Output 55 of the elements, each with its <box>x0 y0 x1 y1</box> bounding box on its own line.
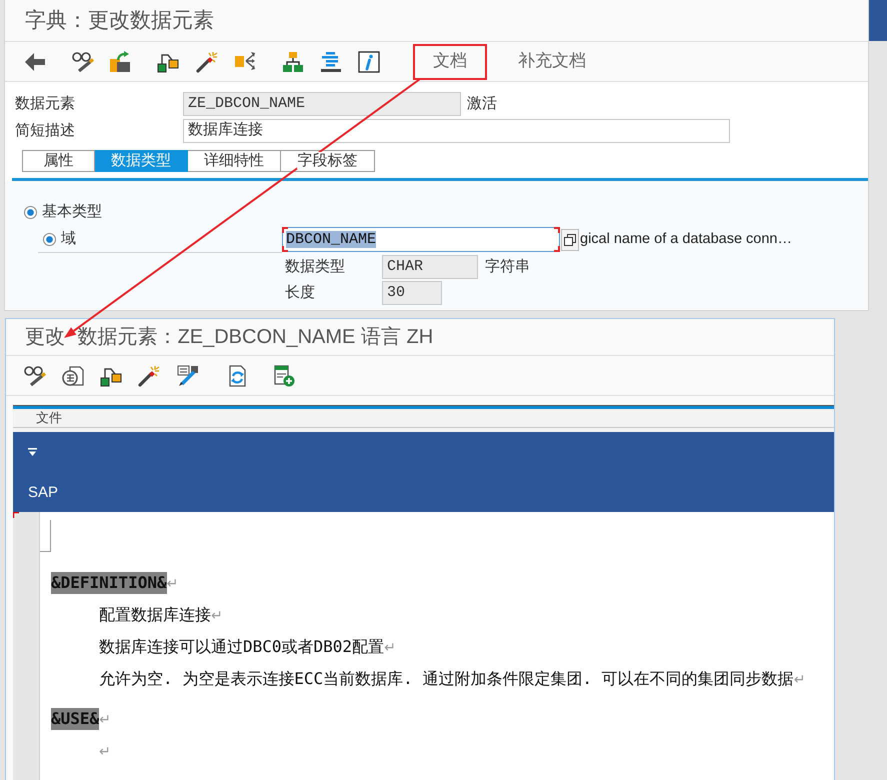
radio-button[interactable] <box>24 206 37 218</box>
paragraph-text: 配置数据库连接 <box>99 604 211 626</box>
squares-arrow-icon[interactable] <box>109 50 131 72</box>
menu-item[interactable]: 文件 <box>36 410 62 426</box>
text-field[interactable]: ZE_DBCON_NAME <box>183 92 461 116</box>
info-icon[interactable] <box>358 50 380 72</box>
tab[interactable]: 字段标签 <box>281 150 375 172</box>
field-label: 数据元素 <box>14 94 76 114</box>
squares-icon <box>564 234 576 246</box>
document-plus-icon[interactable] <box>273 364 295 386</box>
dropdown-icon[interactable] <box>28 448 37 456</box>
paragraph-mark: ↵ <box>166 574 178 592</box>
paragraph-mark: ↵ <box>211 606 223 624</box>
text-field[interactable]: 数据库连接 <box>183 119 730 143</box>
page-corner-mark <box>40 520 51 552</box>
domain-input-field[interactable]: DBCON_NAME <box>282 227 560 252</box>
domain-description: gical name of a database conn… <box>580 230 793 250</box>
radio-button[interactable] <box>43 233 56 246</box>
paragraph-mark: ↵ <box>99 742 111 760</box>
paragraph-mark: ↵ <box>99 710 111 728</box>
glasses-pencil-icon[interactable] <box>72 50 94 72</box>
toolbar-button[interactable]: 文档 <box>433 51 467 72</box>
corner-mark-icon <box>13 512 19 518</box>
value-help-button[interactable] <box>561 229 579 251</box>
document-circle-icon[interactable] <box>62 364 84 386</box>
ribbon-tab[interactable]: SAP <box>28 484 58 502</box>
section-tag: &DEFINITION& <box>51 572 167 594</box>
window-title: 字典：更改数据元素 <box>25 8 214 34</box>
value-display: 30 <box>382 281 442 305</box>
hierarchy-icon[interactable] <box>282 50 304 72</box>
magic-wand-icon[interactable] <box>196 50 218 72</box>
background-window-edge <box>869 0 887 41</box>
paragraph-text: 数据库连接可以通过DBC0或者DB02配置 <box>99 636 384 658</box>
document-pencil-icon[interactable] <box>177 364 199 386</box>
value-display: CHAR <box>382 255 478 279</box>
tab[interactable]: 详细特性 <box>188 150 281 172</box>
stacked-lines-icon[interactable] <box>320 50 342 72</box>
field-note: 字符串 <box>485 256 530 277</box>
glasses-pencil-icon[interactable] <box>24 364 46 386</box>
back-icon[interactable] <box>24 50 46 72</box>
tab[interactable]: 属性 <box>22 150 95 172</box>
magic-wand-icon[interactable] <box>138 364 160 386</box>
section-tag: &USE& <box>51 708 100 730</box>
paragraph-mark: ↵ <box>794 670 806 688</box>
radio-label: 基本类型 <box>42 202 102 222</box>
toolbar-button[interactable]: 补充文档 <box>503 51 601 72</box>
paragraph-text: 允许为空. 为空是表示连接ECC当前数据库. 通过附加条件限定集团. 可以在不同的集团同步数据 <box>99 668 794 690</box>
paragraph-mark: ↵ <box>384 638 396 656</box>
status-text: 激活 <box>467 94 497 114</box>
field-label: 长度 <box>284 282 316 303</box>
window-title: 更改 数据元素：ZE_DBCON_NAME 语言 ZH <box>25 325 434 349</box>
field-label: 简短描述 <box>14 120 76 141</box>
radio-label: 域 <box>61 229 76 250</box>
branching-arrows-icon[interactable] <box>234 50 256 72</box>
field-label: 数据类型 <box>284 256 346 277</box>
